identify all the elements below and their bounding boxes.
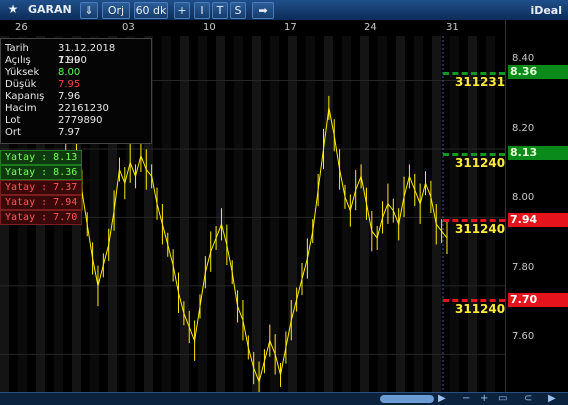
info-row-volume: Hacim 22161230 (5, 103, 109, 115)
date-tick: 24 (364, 22, 377, 33)
line-date-label: 311240 (455, 156, 506, 170)
info-value: 8.00 (58, 67, 81, 78)
i-button[interactable]: I (194, 2, 210, 19)
time-band (486, 36, 495, 392)
time-band (450, 36, 459, 392)
date-axis: 26 03 10 17 24 31 (0, 20, 505, 36)
download-button[interactable]: ⇓ (80, 2, 98, 19)
time-band (198, 36, 207, 392)
favorite-star-icon[interactable]: ★ (2, 2, 24, 17)
time-band (360, 36, 369, 392)
info-label: Hacim (5, 103, 37, 114)
info-label: Tarih (5, 43, 29, 54)
date-tick: 03 (122, 22, 135, 33)
info-row-average: Ort 7.97 (5, 127, 80, 139)
info-label: Açılış (5, 55, 31, 66)
chart-window: ★ GARAN ⇓ Orj 60 dk + I T S ➡ iDeal 26 0… (0, 0, 568, 405)
date-tick: 26 (15, 22, 28, 33)
bottom-scrollbar[interactable]: ▶ − + ▭ ⊂ ▶ (0, 392, 568, 405)
time-band (180, 36, 189, 392)
info-row-low: Düşük 7.95 (5, 79, 80, 91)
info-label: Lot (5, 115, 21, 126)
forward-arrow-button[interactable]: ➡ (252, 2, 274, 19)
zoom-range-icon[interactable]: ▭ (498, 393, 507, 404)
period-button[interactable]: 60 dk (134, 2, 168, 19)
info-label: Ort (5, 127, 21, 138)
price-tick: 8.40 (512, 53, 535, 64)
horizontal-line-tag[interactable]: Yatay : 7.70 (0, 210, 83, 225)
date-tick: 31 (446, 22, 459, 33)
price-axis: 8.40 8.20 8.00 7.80 7.60 8.36 8.13 7.94 … (505, 20, 568, 392)
info-label: Yüksek (5, 67, 40, 78)
scroll-end-icon[interactable]: ▶ (548, 393, 556, 404)
time-band (414, 36, 423, 392)
horizontal-line-tag[interactable]: Yatay : 8.13 (0, 150, 83, 165)
price-tick: 8.20 (512, 123, 535, 134)
horizontal-line-tag[interactable]: Yatay : 7.94 (0, 195, 83, 210)
scroll-right-icon[interactable]: ▶ (438, 393, 446, 404)
brand-label: iDeal (530, 4, 562, 17)
price-badge-8-13: 8.13 (508, 146, 568, 160)
price-badge-8-36: 8.36 (508, 65, 568, 79)
time-band (216, 36, 225, 392)
line-date-label: 311240 (455, 302, 506, 316)
time-band (306, 36, 315, 392)
info-value: 2779890 (58, 115, 103, 126)
time-band (288, 36, 297, 392)
price-badge-7-70: 7.70 (508, 293, 568, 307)
info-value: 7.99 (58, 55, 81, 66)
time-band (324, 36, 333, 392)
t-button[interactable]: T (212, 2, 228, 19)
date-tick: 10 (203, 22, 216, 33)
time-band (234, 36, 243, 392)
info-row-date: Tarih 31.12.2018 11:00 (5, 43, 115, 66)
info-value: 7.97 (58, 127, 81, 138)
info-value: 22161230 (58, 103, 109, 114)
info-row-lot: Lot 2779890 (5, 115, 103, 127)
info-value: 7.96 (58, 91, 81, 102)
s-button[interactable]: S (230, 2, 246, 19)
date-tick: 17 (284, 22, 297, 33)
add-indicator-button[interactable]: + (174, 2, 190, 19)
zoom-fit-icon[interactable]: ⊂ (524, 393, 532, 404)
price-badge-7-94: 7.94 (508, 213, 568, 227)
horizontal-line-tag[interactable]: Yatay : 8.36 (0, 165, 83, 180)
time-band (270, 36, 279, 392)
line-date-label: 311240 (455, 222, 506, 236)
time-band (468, 36, 477, 392)
info-value: 7.95 (58, 79, 81, 90)
zoom-out-icon[interactable]: − (462, 393, 470, 404)
zoom-in-icon[interactable]: + (480, 393, 488, 404)
info-row-close: Kapanış 7.96 (5, 91, 80, 103)
info-label: Kapanış (5, 91, 45, 102)
line-date-label: 311231 (455, 75, 506, 89)
time-band (342, 36, 351, 392)
price-tick: 7.80 (512, 262, 535, 273)
horizontal-line-tag[interactable]: Yatay : 7.37 (0, 180, 83, 195)
info-row-open: Açılış 7.99 (5, 55, 80, 67)
scrollbar-thumb[interactable] (380, 395, 434, 403)
price-tick: 8.00 (512, 192, 535, 203)
toolbar: ★ GARAN ⇓ Orj 60 dk + I T S ➡ iDeal (0, 0, 568, 21)
time-band (252, 36, 261, 392)
price-tick: 7.60 (512, 331, 535, 342)
time-band (162, 36, 171, 392)
original-button[interactable]: Orj (102, 2, 130, 19)
data-info-panel: Tarih 31.12.2018 11:00 Açılış 7.99 Yüksek 8… (0, 38, 152, 144)
info-row-high: Yüksek 8.00 (5, 67, 80, 79)
info-label: Düşük (5, 79, 37, 90)
symbol-label[interactable]: GARAN (28, 2, 74, 17)
